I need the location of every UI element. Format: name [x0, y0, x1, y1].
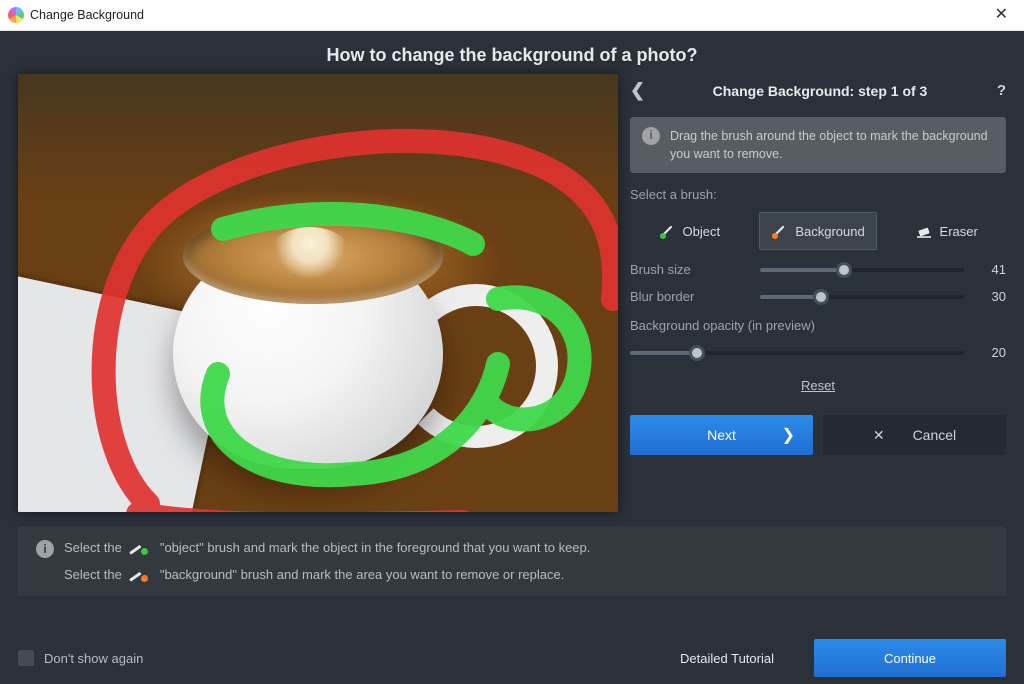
instruction-box: i Select the "object" brush and mark the…	[18, 526, 1006, 596]
close-icon: ✕	[873, 427, 885, 444]
brush-eraser[interactable]: Eraser	[887, 212, 1006, 250]
info-icon: i	[642, 127, 660, 145]
info-icon: i	[36, 540, 54, 558]
brush-section-label: Select a brush:	[630, 187, 1006, 202]
background-brush-icon	[771, 223, 787, 239]
panel-title: Change Background: step 1 of 3	[656, 83, 984, 99]
hint-text: Drag the brush around the object to mark…	[670, 127, 994, 163]
window-close-button[interactable]: ✕	[987, 3, 1016, 27]
instruction-line-1: Select the "object" brush and mark the o…	[64, 540, 590, 555]
page-title: How to change the background of a photo?	[0, 31, 1024, 74]
bg-opacity-label: Background opacity (in preview)	[630, 318, 1006, 333]
brush-background[interactable]: Background	[759, 212, 878, 250]
window-title: Change Background	[30, 8, 144, 22]
eraser-icon	[916, 223, 932, 239]
chevron-right-icon: ❯	[782, 425, 795, 445]
back-button[interactable]: ❮	[630, 80, 656, 101]
detailed-tutorial-button[interactable]: Detailed Tutorial	[654, 639, 800, 677]
background-brush-icon	[130, 568, 152, 582]
object-brush-icon	[659, 223, 675, 239]
reset-link[interactable]: Reset	[630, 378, 1006, 393]
cancel-button[interactable]: ✕ Cancel	[823, 415, 1006, 455]
app-logo-icon	[8, 7, 24, 23]
window-titlebar: Change Background ✕	[0, 0, 1024, 31]
help-button[interactable]: ?	[984, 82, 1006, 99]
hint-box: i Drag the brush around the object to ma…	[630, 117, 1006, 173]
brush-object[interactable]: Object	[630, 212, 749, 250]
slider-blur-border[interactable]: Blur border 30	[630, 289, 1006, 304]
photo-coffee-cup	[173, 209, 473, 469]
instruction-line-2: Select the "background" brush and mark t…	[64, 567, 590, 582]
object-brush-icon	[130, 541, 152, 555]
dont-show-checkbox[interactable]	[18, 650, 34, 666]
slider-bg-opacity[interactable]: 20	[630, 345, 1006, 360]
dont-show-label: Don't show again	[44, 651, 143, 666]
slider-brush-size[interactable]: Brush size 41	[630, 262, 1006, 277]
bottom-bar: Don't show again Detailed Tutorial Conti…	[0, 631, 1024, 684]
next-button[interactable]: Next ❯	[630, 415, 813, 455]
photo-preview[interactable]	[18, 74, 618, 512]
continue-button[interactable]: Continue	[814, 639, 1006, 677]
